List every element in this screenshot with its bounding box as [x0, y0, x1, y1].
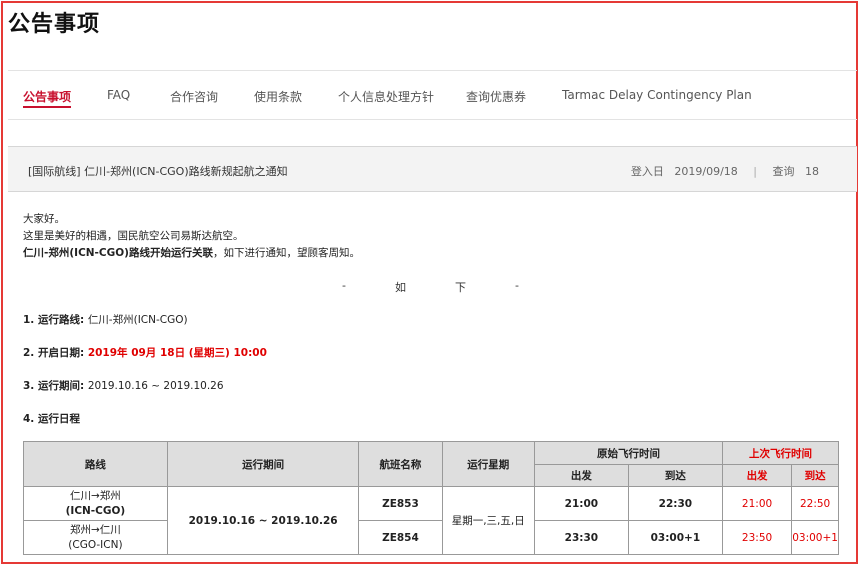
tab-privacy-policy[interactable]: 个人信息处理方针: [338, 88, 434, 105]
last-dep-cell: 21:00: [721, 486, 793, 521]
header-flight: 航班名称: [358, 441, 443, 487]
article-subject: [国际航线] 仁川-郑州(ICN-CGO)路线新规起航之通知: [28, 165, 288, 178]
route-announcement: 仁川-郑州(ICN-CGO)路线开始运行关联，如下进行通知，望顾客周知。: [23, 245, 360, 262]
table-row: 郑州→仁川 (CGO-ICN) ZE854 23:30 03:00+1 23:50…: [23, 520, 839, 555]
tab-tarmac-delay-plan[interactable]: Tarmac Delay Contingency Plan: [562, 88, 752, 102]
header-last-dep: 出发: [721, 464, 793, 487]
header-weekday: 运行星期: [441, 441, 535, 487]
item-route: 1. 运行路线: 仁川-郑州(ICN-CGO): [23, 314, 188, 326]
views-label: 查询: [772, 165, 795, 178]
tab-partnership[interactable]: 合作咨询: [170, 88, 218, 105]
intro-text: 这里是美好的相遇，国民航空公司易斯达航空。: [23, 230, 244, 242]
flight-cell: ZE853: [358, 486, 443, 521]
route-cell: 郑州→仁川 (CGO-ICN): [23, 520, 168, 555]
greeting-text: 大家好。: [23, 213, 65, 225]
last-arr-cell: 22:50: [791, 486, 839, 521]
table-row: 仁川→郑州 (ICN-CGO) 2019.10.16 ~ 2019.10.26 Z…: [23, 486, 839, 555]
page-title: 公告事项: [8, 12, 101, 37]
heading-dash-right: -: [515, 279, 519, 292]
last-arr-cell: 03:00+1: [791, 520, 839, 555]
date-label: 登入日: [630, 165, 664, 178]
tab-notices[interactable]: 公告事项: [23, 88, 72, 108]
route-cell: 仁川→郑州 (ICN-CGO): [23, 486, 168, 521]
tab-faq[interactable]: FAQ: [107, 88, 130, 102]
header-last-time: 上次飞行时间: [721, 441, 840, 465]
route-announcement-rest: ，如下进行通知，望顾客周知。: [212, 247, 360, 259]
item-start-date: 2. 开启日期: 2019年 09月 18日 (星期三) 10:00: [23, 347, 267, 359]
header-route: 路线: [23, 441, 168, 487]
orig-arr-cell: 22:30: [627, 486, 723, 521]
tab-terms[interactable]: 使用条款: [254, 88, 302, 105]
post-date: 2019/09/18: [674, 165, 738, 178]
tab-bar: 公告事项 FAQ 合作咨询 使用条款 个人信息处理方针 查询优惠券 Tarmac…: [8, 70, 857, 120]
schedule-table: 路线 运行期间 航班名称 运行星期 原始飞行时间 上次飞行时间 出发 到达 出发…: [23, 441, 840, 555]
header-period: 运行期间: [166, 441, 360, 487]
heading-char-ru: 如: [395, 281, 406, 294]
last-dep-cell: 23:50: [721, 520, 793, 555]
meta-divider: |: [753, 165, 757, 178]
weekday-cell: 星期一,三,五,日: [441, 486, 535, 555]
heading-dash-left: -: [342, 279, 346, 292]
article-body: 大家好。 这里是美好的相遇，国民航空公司易斯达航空。 仁川-郑州(ICN-CGO…: [23, 211, 360, 262]
tab-coupon-inquiry[interactable]: 查询优惠券: [466, 88, 526, 105]
header-original-arr: 到达: [627, 464, 723, 487]
header-original-time: 原始飞行时间: [533, 441, 723, 465]
orig-dep-cell: 21:00: [533, 486, 629, 521]
heading-char-xia: 下: [455, 281, 466, 294]
item-schedule-heading: 4. 运行日程: [23, 413, 80, 425]
route-announcement-bold: 仁川-郑州(ICN-CGO)路线开始运行关联: [23, 247, 213, 259]
view-count: 18: [805, 165, 819, 178]
header-original-dep: 出发: [533, 464, 629, 487]
article-header: [国际航线] 仁川-郑州(ICN-CGO)路线新规起航之通知 登入日 2019/…: [8, 146, 857, 192]
orig-arr-cell: 03:00+1: [627, 520, 723, 555]
item-operation-period: 3. 运行期间: 2019.10.16 ~ 2019.10.26: [23, 380, 224, 392]
flight-cell: ZE854: [358, 520, 443, 555]
header-last-arr: 到达: [791, 464, 839, 487]
orig-dep-cell: 23:30: [533, 520, 629, 555]
article-meta: 登入日 2019/09/18 | 查询 18: [631, 163, 819, 179]
period-cell: 2019.10.16 ~ 2019.10.26: [166, 486, 360, 555]
